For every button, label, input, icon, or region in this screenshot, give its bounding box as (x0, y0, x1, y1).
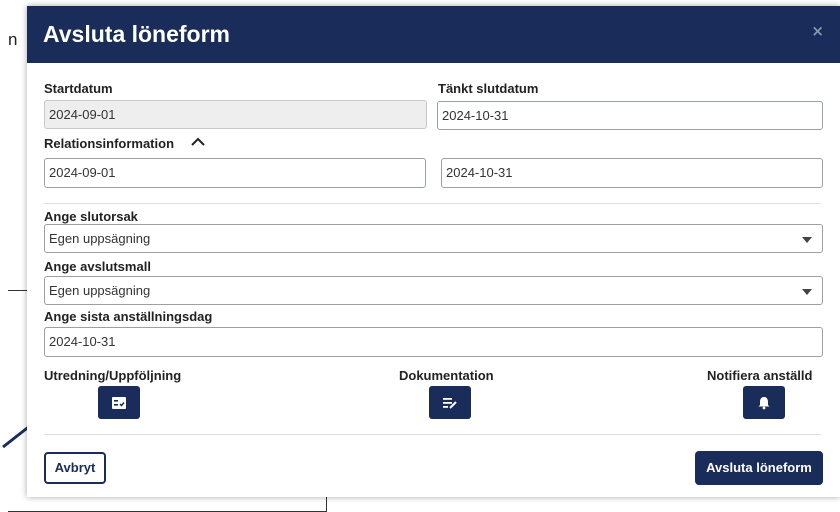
relation-info-toggle-label[interactable]: Relationsinformation (44, 136, 174, 151)
section-divider (44, 203, 821, 204)
investigation-label: Utredning/Uppföljning (44, 368, 182, 383)
end-salary-form-dialog: Avsluta löneform × Startdatum 2024-09-01… (27, 6, 840, 497)
end-reason-select[interactable]: Egen uppsägning (44, 224, 823, 253)
notify-employee-label: Notifiera anställd (707, 368, 813, 383)
dialog-title: Avsluta löneform (43, 21, 231, 47)
documentation-label: Dokumentation (399, 368, 494, 383)
edit-note-icon (443, 397, 457, 409)
footer-divider (44, 434, 821, 435)
investigation-button[interactable] (98, 386, 140, 419)
start-date-label: Startdatum (44, 81, 113, 96)
end-template-label: Ange avslutsmall (44, 259, 151, 274)
end-reason-selected-value: Egen uppsägning (49, 231, 151, 246)
cancel-button[interactable]: Avbryt (44, 452, 106, 484)
end-template-select[interactable]: Egen uppsägning (44, 276, 823, 305)
end-salary-form-button[interactable]: Avsluta löneform (695, 451, 823, 485)
dropdown-arrow-icon (802, 237, 812, 243)
end-reason-label: Ange slutorsak (44, 209, 138, 224)
dropdown-arrow-icon (802, 289, 812, 295)
dialog-header: Avsluta löneform × (27, 6, 840, 63)
last-employment-day-label: Ange sista anställningsdag (44, 309, 213, 324)
close-icon[interactable]: × (811, 22, 824, 40)
relation-start-date-field[interactable]: 2024-09-01 (44, 158, 426, 188)
planned-end-date-label: Tänkt slutdatum (438, 81, 539, 96)
notify-employee-button[interactable] (743, 386, 785, 419)
documentation-button[interactable] (429, 386, 471, 419)
bell-icon (758, 396, 770, 409)
end-template-selected-value: Egen uppsägning (49, 283, 151, 298)
relation-end-date-field[interactable]: 2024-10-31 (441, 158, 823, 188)
last-employment-day-field[interactable]: 2024-10-31 (44, 327, 823, 357)
checklist-icon (112, 396, 126, 409)
planned-end-date-field[interactable]: 2024-10-31 (437, 101, 823, 130)
start-date-field: 2024-09-01 (44, 100, 427, 129)
chevron-up-icon[interactable] (191, 137, 205, 147)
